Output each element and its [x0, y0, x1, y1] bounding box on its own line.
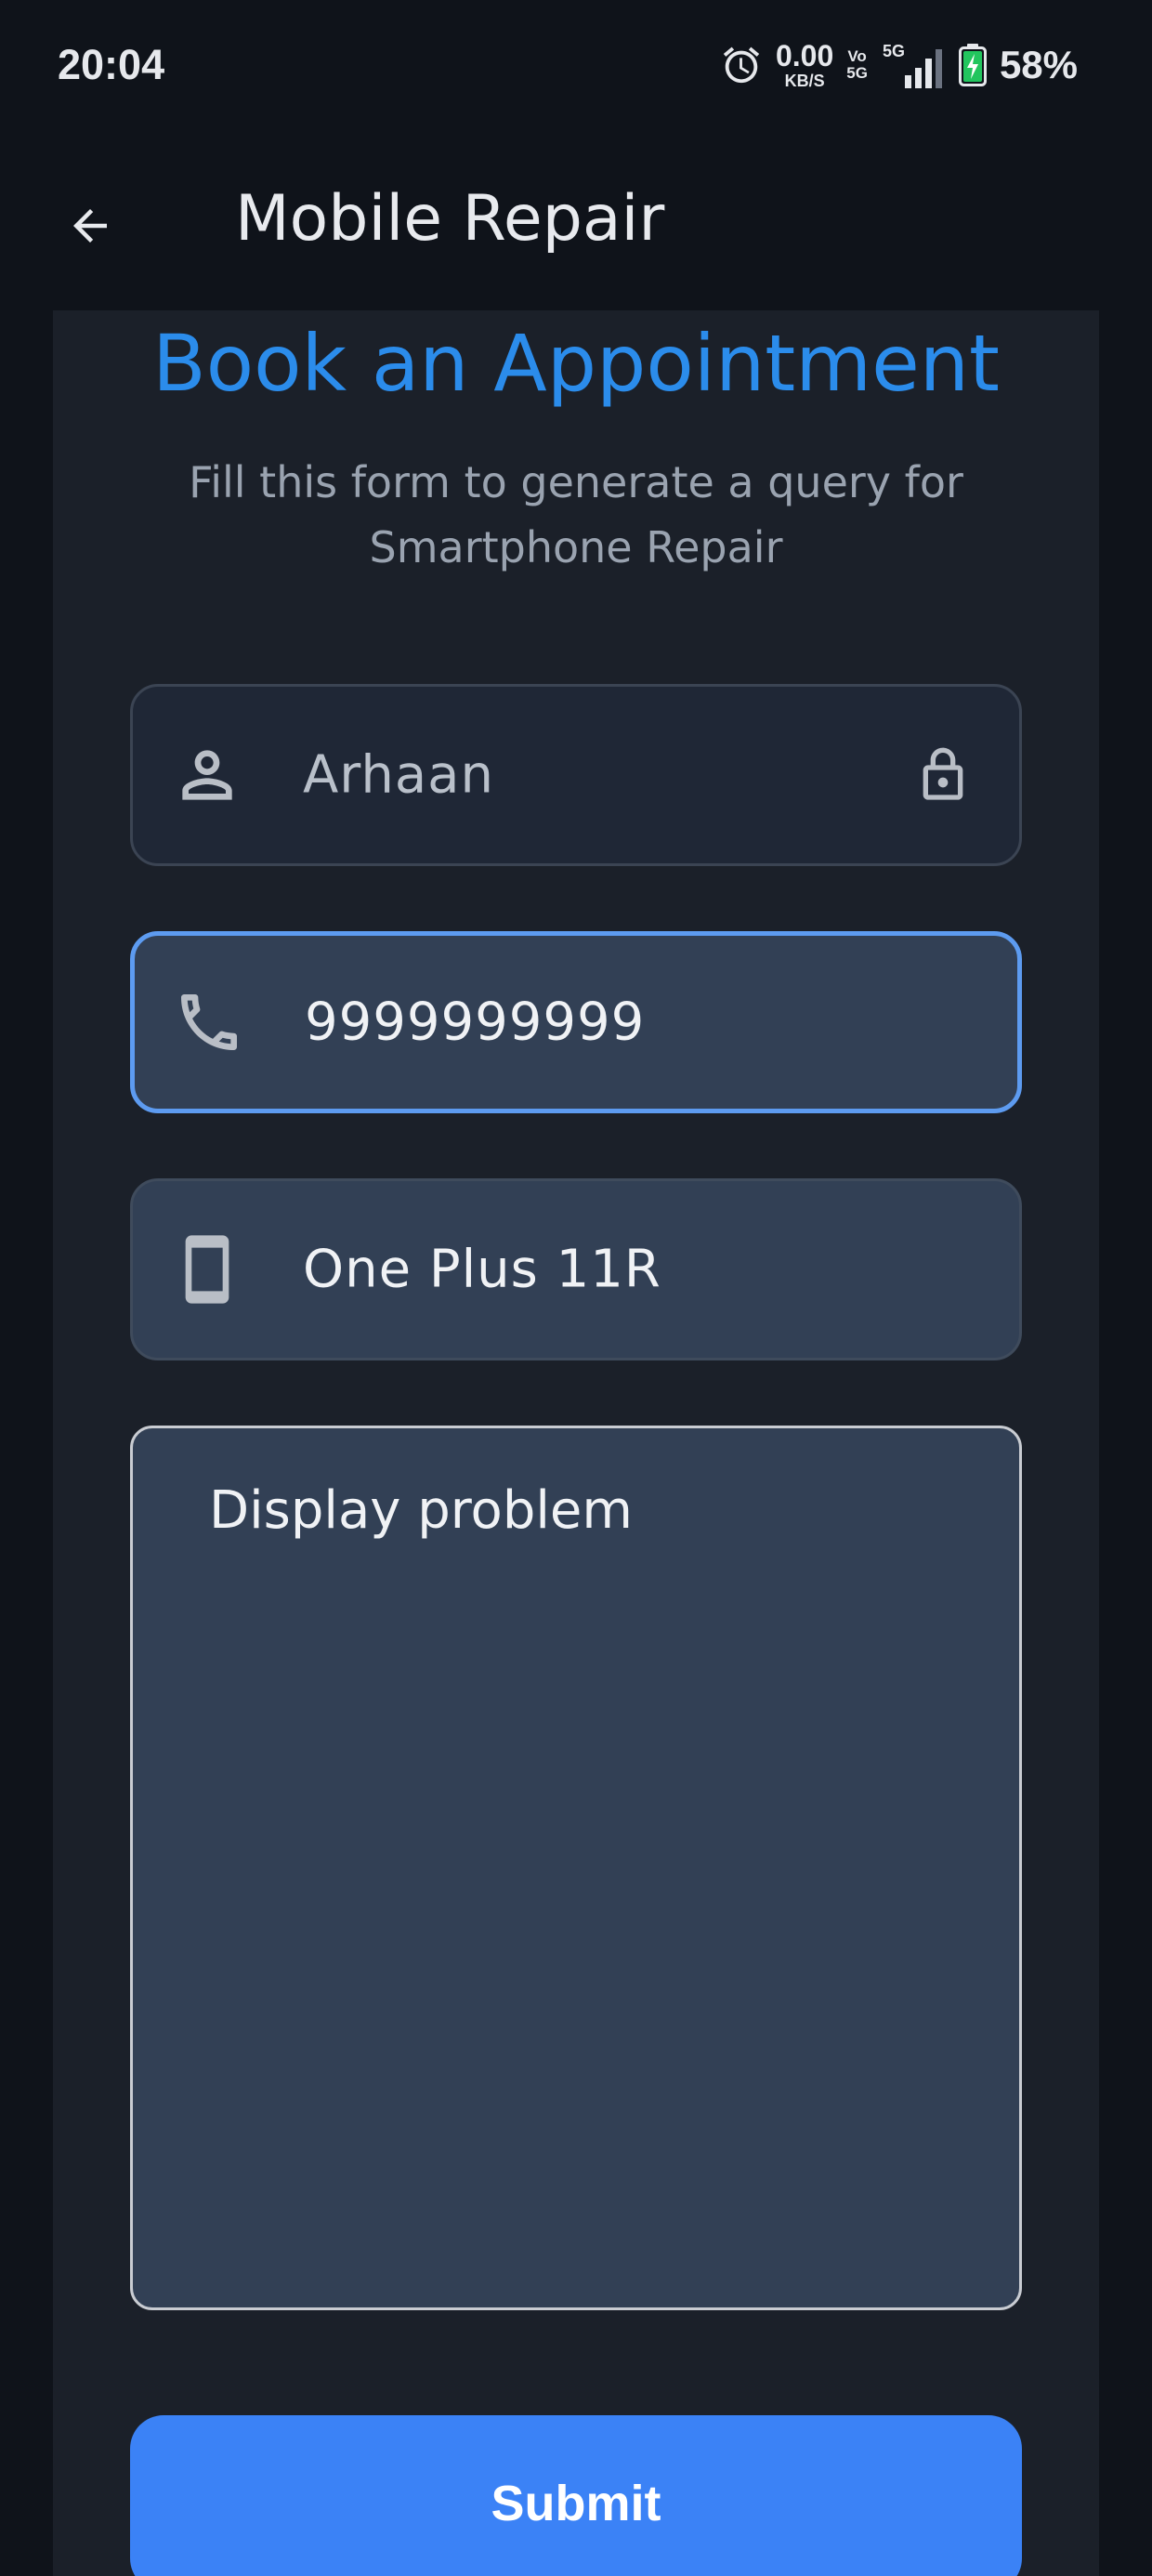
arrow-left-icon: [73, 209, 107, 243]
smartphone-icon: [185, 1235, 229, 1304]
network-speed-unit: KB/S: [784, 72, 825, 90]
phone-value: 9999999999: [305, 992, 646, 1053]
name-field[interactable]: Arhaan: [130, 684, 1022, 866]
name-value: Arhaan: [303, 744, 494, 806]
status-time: 20:04: [58, 41, 165, 88]
network-speed: 0.00 KB/S: [776, 41, 833, 89]
screen: 20:04 0.00 KB/S Vo 5G 5G 58% Mobile Repa…: [0, 0, 1152, 2576]
phone-icon: [181, 994, 237, 1050]
status-bar: 20:04 0.00 KB/S Vo 5G 5G 58%: [0, 0, 1152, 139]
submit-button[interactable]: Submit: [130, 2415, 1022, 2576]
battery-percentage: 58%: [999, 43, 1078, 86]
signal-icon: [904, 49, 942, 88]
volte-badge: Vo 5G: [846, 48, 868, 82]
phone-field[interactable]: 9999999999: [130, 931, 1022, 1113]
form-subheading: Fill this form to generate a query for S…: [189, 457, 963, 572]
problem-description-value: Display problem: [209, 1480, 633, 1541]
phone-model-value: One Plus 11R: [303, 1239, 661, 1300]
app-title: Mobile Repair: [235, 182, 665, 256]
volte-bottom: 5G: [846, 64, 868, 82]
status-icons: 0.00 KB/S Vo 5G 5G 58%: [720, 37, 1078, 93]
person-icon: [182, 750, 232, 800]
problem-description-textarea[interactable]: Display problem: [130, 1426, 1022, 2310]
appointment-form-card: Book an Appointment Fill this form to ge…: [53, 310, 1099, 2576]
back-button[interactable]: [48, 184, 132, 268]
alarm-icon: [723, 46, 760, 84]
phone-model-field[interactable]: One Plus 11R: [130, 1178, 1022, 1360]
form-heading: Book an Appointment: [152, 318, 1000, 409]
app-bar: Mobile Repair: [0, 158, 1152, 288]
signal-strength: 5G: [881, 42, 946, 88]
lock-icon: [923, 747, 963, 800]
volte-top: Vo: [847, 47, 867, 66]
network-speed-value: 0.00: [775, 39, 834, 72]
battery-charging-icon: [958, 44, 987, 86]
